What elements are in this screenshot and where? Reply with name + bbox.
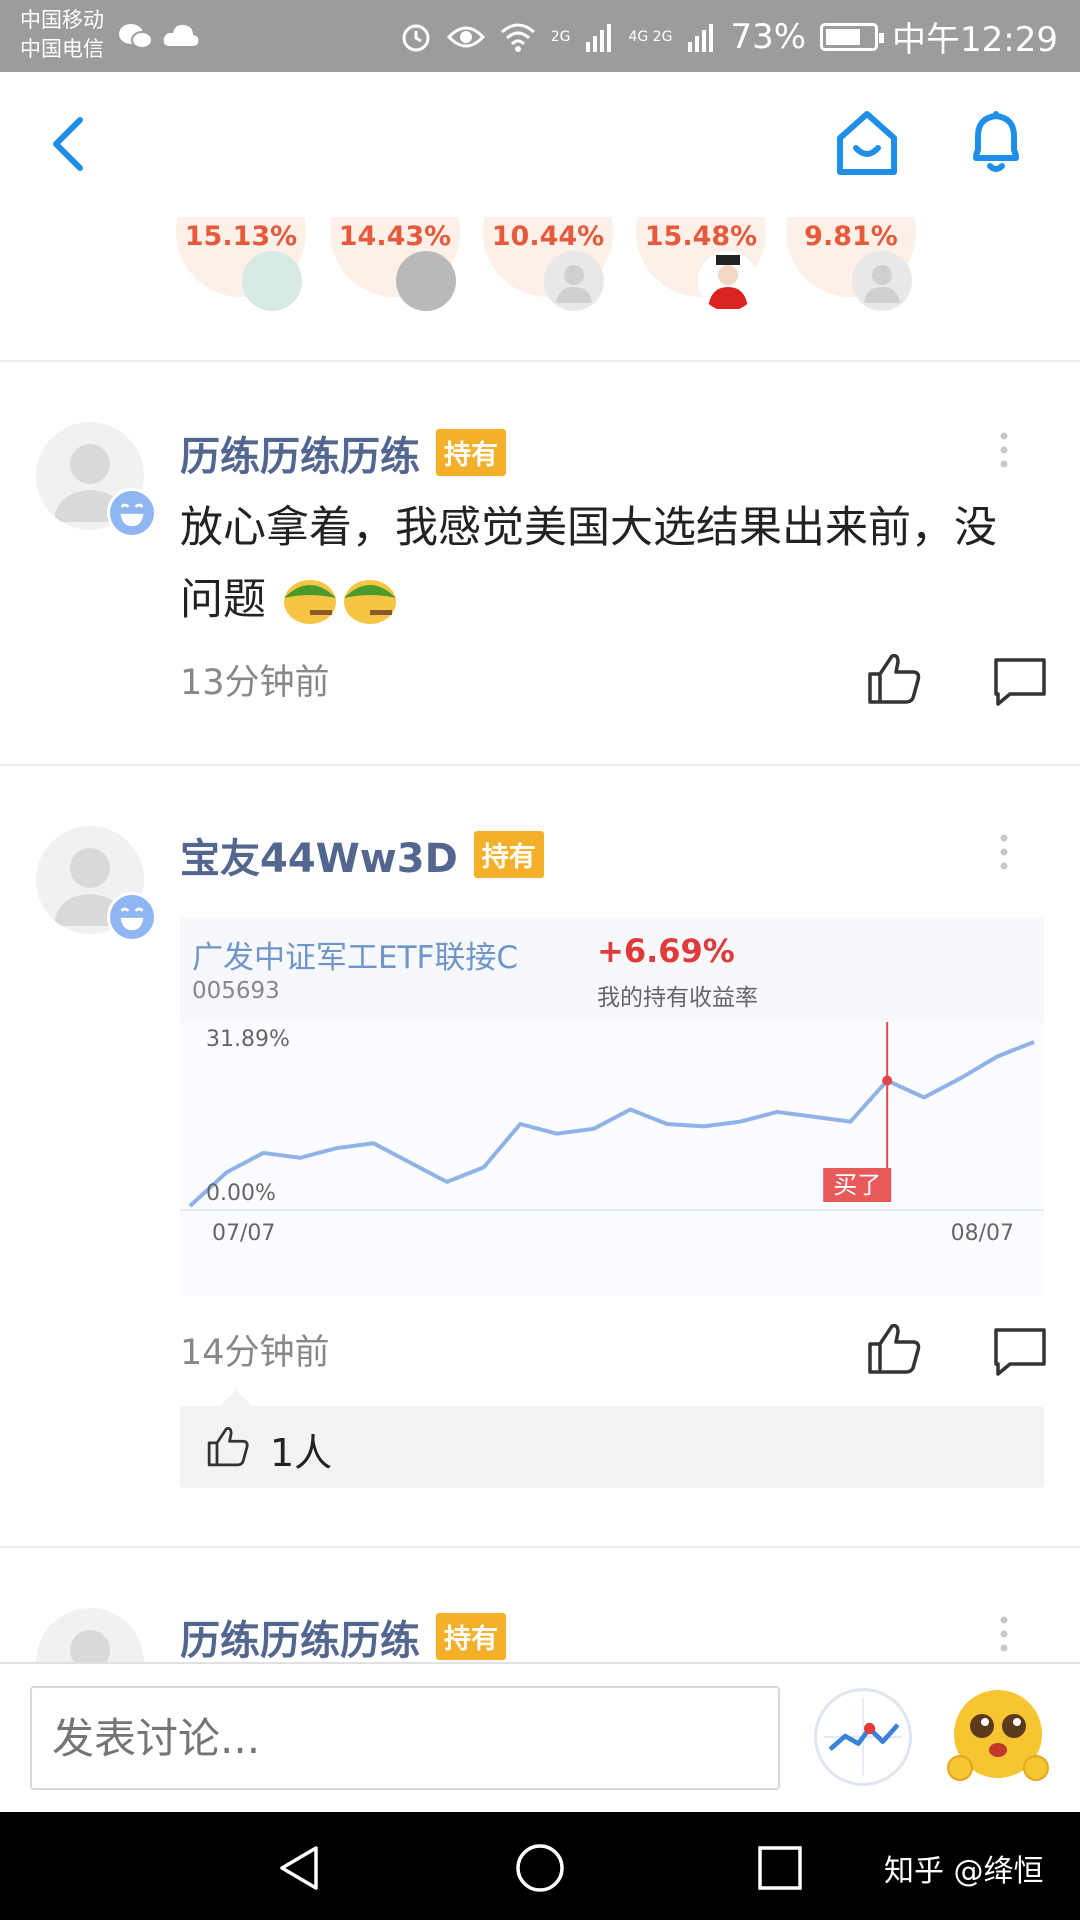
fund-return-label: 我的持有收益率 — [597, 985, 758, 1011]
post-time: 13分钟前 — [180, 663, 330, 703]
smoking-emoji-icon — [343, 580, 396, 624]
rank-percent: 14.43% — [338, 221, 452, 252]
status-icons: 2G 4G 2G 73% 中午12:29 — [399, 12, 1058, 61]
signal-bars-icon-1 — [586, 23, 612, 52]
avatar — [852, 251, 912, 311]
carrier-labels: 中国移动 中国电信 — [20, 6, 104, 64]
wifi-icon — [500, 23, 535, 52]
carrier-2: 中国电信 — [20, 37, 104, 61]
username-text: 历练历练历练 — [180, 1618, 420, 1662]
battery-icon — [820, 22, 885, 51]
rank-percent: 15.13% — [184, 221, 298, 252]
cartoon-avatar-icon — [708, 255, 748, 309]
avatar — [698, 251, 758, 311]
post-time: 14分钟前 — [180, 1333, 330, 1373]
x-start-label: 07/07 — [212, 1221, 275, 1246]
discussion-post: 历练历练历练 持有 放心拿着，我感觉美国大选结果出来前，没问题 13分钟前 — [0, 364, 1080, 764]
post-username[interactable]: 宝友44Ww3D 持有 — [180, 826, 544, 884]
grin-emoji-icon — [107, 488, 157, 538]
signal-bars-icon-2 — [688, 23, 714, 52]
nav-home-icon[interactable] — [514, 1842, 566, 1894]
series-line — [188, 1040, 1035, 1208]
comment-composer — [0, 1662, 1080, 1812]
avatar — [544, 251, 604, 311]
thumbs-up-icon[interactable] — [866, 650, 922, 706]
thumbs-up-icon[interactable] — [866, 1320, 922, 1376]
fund-code: 005693 — [192, 978, 280, 1004]
comment-icon[interactable] — [992, 654, 1048, 710]
x-end-label: 08/07 — [951, 1221, 1014, 1246]
buy-label: 买了 — [833, 1171, 881, 1199]
post-body: 放心拿着，我感觉美国大选结果出来前，没问题 — [180, 492, 1000, 636]
default-avatar-icon — [864, 265, 900, 303]
holding-badge: 持有 — [473, 831, 544, 878]
smoking-emoji-icon — [283, 580, 336, 624]
clock: 中午12:29 — [892, 20, 1058, 60]
top-app-bar — [0, 72, 1080, 217]
comment-input[interactable] — [30, 1686, 780, 1790]
fund-line-chart: 买了 31.89% 0.00% 07/07 08/07 — [180, 1022, 1044, 1296]
battery-level — [826, 28, 861, 45]
cloud-icon — [163, 24, 199, 46]
default-avatar-icon — [556, 265, 592, 303]
wechat-icon — [119, 24, 153, 49]
more-options-icon[interactable] — [996, 430, 1012, 470]
more-options-icon[interactable] — [996, 1614, 1012, 1654]
carrier-1: 中国移动 — [20, 8, 104, 32]
fund-name: 广发中证军工ETF联接C — [192, 940, 518, 976]
buy-marker-point — [882, 1075, 893, 1086]
username-text: 历练历练历练 — [180, 434, 420, 480]
fund-return: +6.69% — [597, 932, 735, 970]
more-options-icon[interactable] — [996, 832, 1012, 872]
notification-icons — [118, 22, 200, 52]
holding-badge: 持有 — [436, 429, 506, 476]
battery-percent: 73% — [730, 16, 807, 57]
rank-percent: 9.81% — [804, 221, 898, 252]
holding-badge: 持有 — [436, 1613, 506, 1660]
watermark: 知乎 @绛恒 — [884, 1854, 1044, 1889]
likes-summary[interactable]: 1人 — [180, 1390, 1044, 1488]
rank-percent: 15.48% — [644, 221, 758, 252]
comment-icon[interactable] — [992, 1324, 1048, 1380]
bell-icon[interactable] — [964, 108, 1028, 178]
alarm-icon — [402, 24, 430, 51]
fund-home-icon[interactable] — [834, 108, 900, 178]
holder-ranking-strip[interactable]: 15.13% 14.43% 10.44% 15.48% 9.81% — [0, 217, 1080, 362]
back-arrow-icon[interactable] — [44, 114, 94, 174]
thumbs-up-icon — [207, 1427, 249, 1467]
fund-holding-card[interactable]: 广发中证军工ETF联接C 005693 +6.69% 我的持有收益率 买了 31.… — [180, 918, 1044, 1296]
discussion-post: 历练历练历练 持有 — [0, 1548, 1080, 1662]
avatar — [242, 251, 302, 311]
emoji-picker-icon[interactable] — [946, 1684, 1050, 1788]
username-text: 宝友44Ww3D — [180, 836, 458, 882]
nav-recents-icon[interactable] — [754, 1842, 806, 1894]
avatar[interactable] — [36, 1608, 144, 1662]
default-avatar-icon — [70, 1630, 110, 1662]
signal-4g-icon: 4G 2G — [628, 28, 673, 45]
rank-percent: 10.44% — [491, 221, 605, 252]
status-bar: 中国移动 中国电信 2G 4G 2G 73% 中午12:29 — [0, 0, 1080, 72]
post-username[interactable]: 历练历练历练 持有 — [180, 1608, 506, 1662]
y-top-label: 31.89% — [206, 1027, 290, 1052]
y-bottom-label: 0.00% — [206, 1181, 276, 1206]
avatar — [396, 251, 456, 311]
chart-share-icon[interactable] — [814, 1688, 912, 1786]
signal-2g-icon: 2G — [550, 28, 571, 45]
likes-count: 1人 — [270, 1431, 333, 1475]
eye-icon — [446, 26, 485, 47]
nav-back-icon[interactable] — [274, 1842, 326, 1894]
grin-emoji-icon — [107, 892, 157, 942]
system-nav-bar: 知乎 @绛恒 — [0, 1812, 1080, 1920]
post-username[interactable]: 历练历练历练 持有 — [180, 424, 506, 482]
